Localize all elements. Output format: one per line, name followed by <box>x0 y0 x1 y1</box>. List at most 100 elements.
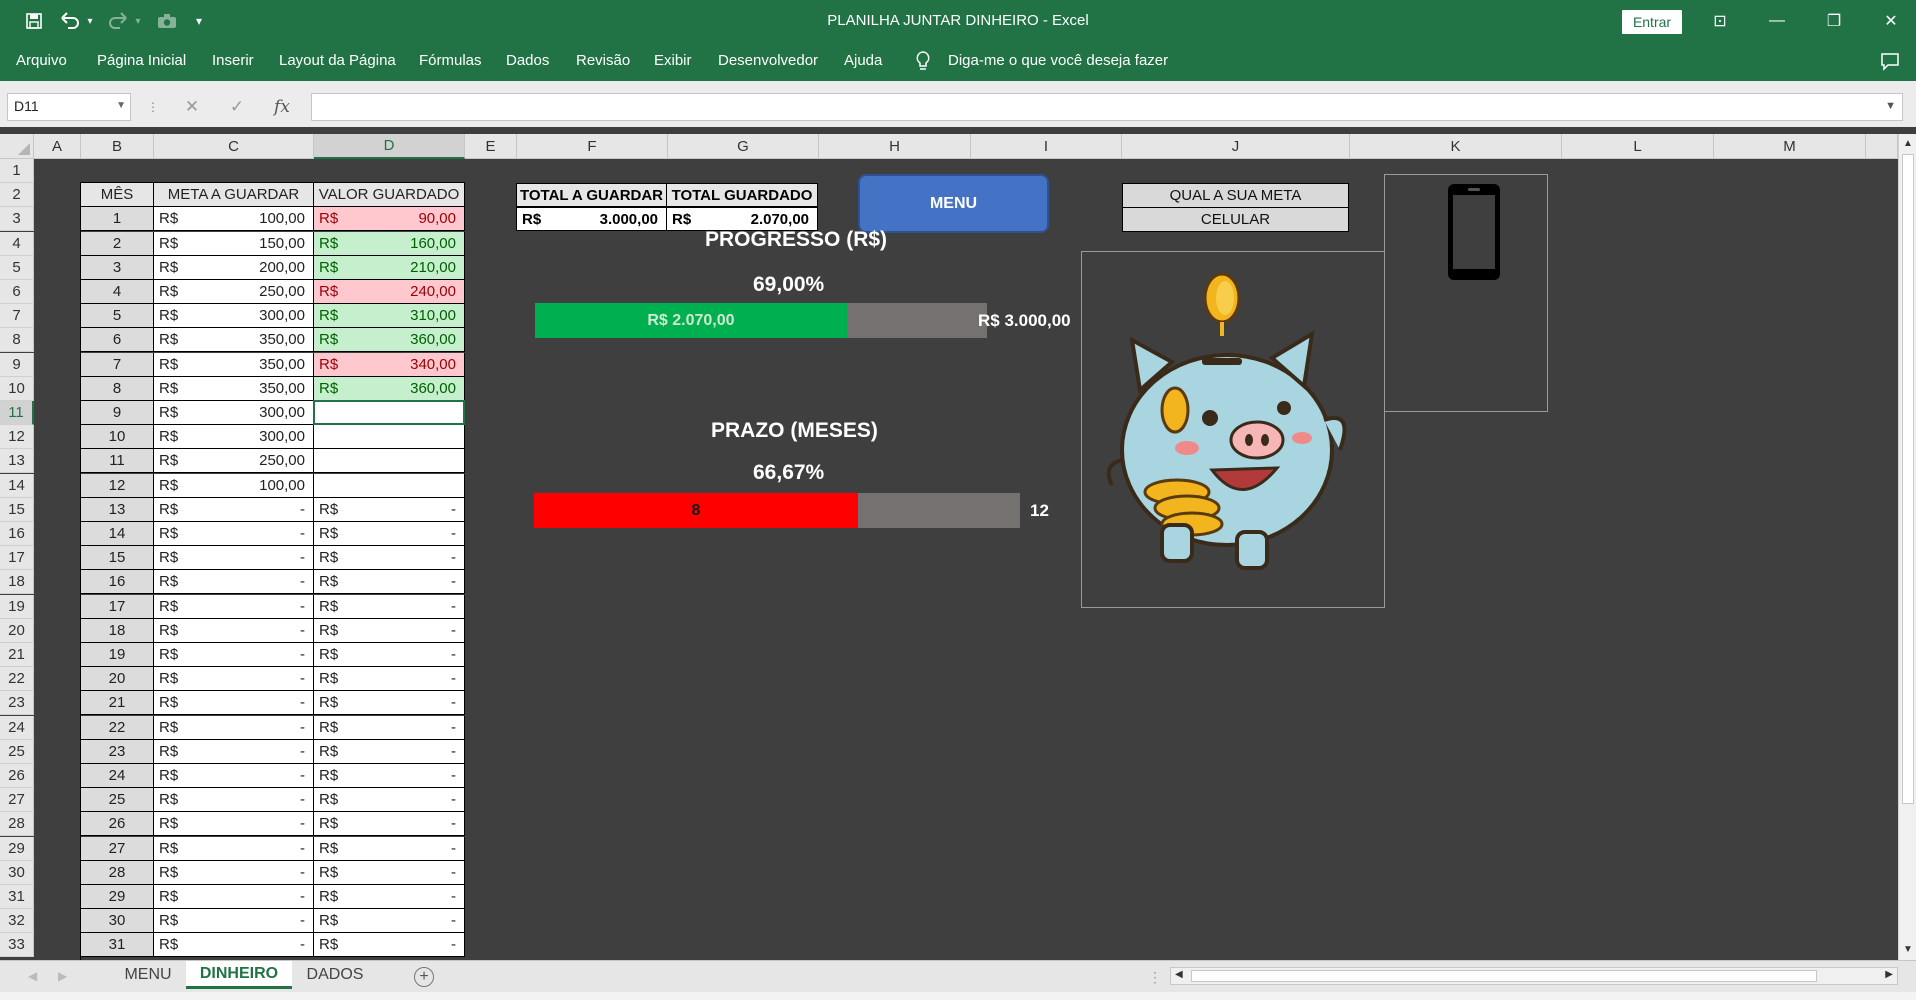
goal-cell[interactable]: R$ - <box>154 570 314 595</box>
goal-cell[interactable]: R$ 200,00 <box>154 255 314 280</box>
saved-cell[interactable]: R$ 340,00 <box>314 352 465 377</box>
column-header-d[interactable]: D <box>314 134 465 159</box>
goal-cell[interactable]: R$ - <box>154 715 314 740</box>
scroll-down-icon[interactable]: ▼ <box>1899 940 1916 958</box>
saved-cell[interactable]: R$ 90,00 <box>314 207 465 232</box>
column-header-m[interactable]: M <box>1714 134 1866 159</box>
name-box[interactable]: D11 ▼ <box>7 93 131 121</box>
column-header-b[interactable]: B <box>81 134 154 159</box>
month-cell[interactable]: 20 <box>81 667 154 692</box>
column-header-i[interactable]: I <box>971 134 1122 159</box>
goal-cell[interactable]: R$ - <box>154 497 314 522</box>
column-header-a[interactable]: A <box>34 134 81 159</box>
scroll-right-icon[interactable]: ▶ <box>1885 969 1893 980</box>
saved-cell[interactable]: R$ 160,00 <box>314 231 465 256</box>
goal-cell[interactable]: R$ - <box>154 836 314 861</box>
goal-cell[interactable]: R$ 350,00 <box>154 352 314 377</box>
month-cell[interactable]: 17 <box>81 594 154 619</box>
goal-cell[interactable]: R$ 250,00 <box>154 280 314 304</box>
month-cell[interactable]: 19 <box>81 643 154 667</box>
vertical-scrollbar[interactable]: ▲ ▼ <box>1898 134 1916 960</box>
saved-cell[interactable]: R$ - <box>314 643 465 667</box>
horizontal-scroll-thumb[interactable] <box>1191 970 1817 982</box>
tab-desenvolvedor[interactable]: Desenvolvedor <box>718 52 818 69</box>
next-sheet-icon[interactable]: ▶ <box>58 969 67 983</box>
saved-cell[interactable]: R$ - <box>314 885 465 909</box>
row-header[interactable]: 26 <box>0 764 34 788</box>
month-cell[interactable]: 28 <box>81 860 154 885</box>
lightbulb-icon[interactable] <box>915 50 931 72</box>
expand-formula-bar-icon[interactable]: ▼ <box>1885 100 1896 112</box>
month-cell[interactable]: 5 <box>81 304 154 329</box>
row-header[interactable]: 21 <box>0 643 34 667</box>
row-header[interactable]: 25 <box>0 739 34 764</box>
row-header[interactable]: 22 <box>0 667 34 692</box>
signin-button[interactable]: Entrar <box>1622 10 1682 34</box>
saved-cell[interactable]: R$ 360,00 <box>314 376 465 401</box>
goal-cell[interactable]: R$ - <box>154 691 314 716</box>
tab-arquivo[interactable]: Arquivo <box>16 52 67 69</box>
goal-cell[interactable]: R$ - <box>154 618 314 643</box>
vertical-scroll-thumb[interactable] <box>1902 154 1914 804</box>
saved-cell[interactable]: R$ 240,00 <box>314 280 465 304</box>
month-cell[interactable]: 6 <box>81 328 154 353</box>
row-header[interactable]: 2 <box>0 183 34 208</box>
saved-cell[interactable]: R$ - <box>314 618 465 643</box>
row-header[interactable]: 17 <box>0 546 34 571</box>
row-header[interactable]: 28 <box>0 812 34 837</box>
saved-cell[interactable]: R$ - <box>314 497 465 522</box>
menu-button[interactable]: MENU <box>858 174 1049 233</box>
row-header[interactable]: 23 <box>0 691 34 716</box>
saved-cell[interactable]: R$ - <box>314 691 465 716</box>
row-header[interactable]: 29 <box>0 836 34 861</box>
saved-cell[interactable]: R$ 310,00 <box>314 304 465 329</box>
ribbon-display-options-icon[interactable]: ⊡ <box>1700 6 1740 36</box>
goal-cell[interactable]: R$ - <box>154 860 314 885</box>
row-header[interactable]: 10 <box>0 376 34 401</box>
goal-cell[interactable]: R$ - <box>154 885 314 909</box>
month-cell[interactable]: 10 <box>81 425 154 450</box>
tab-dados[interactable]: Dados <box>506 52 549 69</box>
month-cell[interactable]: 7 <box>81 352 154 377</box>
saved-cell[interactable]: R$ - <box>314 715 465 740</box>
row-header[interactable]: 7 <box>0 304 34 329</box>
month-cell[interactable]: 30 <box>81 909 154 934</box>
column-header-g[interactable]: G <box>668 134 819 159</box>
column-header-c[interactable]: C <box>154 134 314 159</box>
column-header-k[interactable]: K <box>1350 134 1562 159</box>
goal-cell[interactable]: R$ - <box>154 933 314 958</box>
confirm-entry-icon[interactable]: ✓ <box>224 95 250 119</box>
month-cell[interactable]: 4 <box>81 280 154 304</box>
total-to-save-cell[interactable]: R$ 3.000,00 <box>516 207 667 231</box>
goal-cell[interactable]: R$ - <box>154 522 314 546</box>
month-cell[interactable]: 21 <box>81 691 154 716</box>
saved-cell[interactable]: R$ - <box>314 909 465 934</box>
column-header-l[interactable]: L <box>1562 134 1714 159</box>
month-cell[interactable]: 13 <box>81 497 154 522</box>
row-header[interactable]: 16 <box>0 522 34 546</box>
month-cell[interactable]: 9 <box>81 401 154 425</box>
add-sheet-button[interactable]: + <box>414 967 434 987</box>
saved-cell[interactable]: R$ - <box>314 812 465 837</box>
sheet-tab-dinheiro[interactable]: DINHEIRO <box>186 961 292 989</box>
goal-answer-cell[interactable]: CELULAR <box>1122 207 1349 232</box>
row-header[interactable]: 6 <box>0 280 34 304</box>
formula-input[interactable]: ▼ <box>311 93 1903 121</box>
row-header[interactable]: 32 <box>0 909 34 934</box>
row-header[interactable]: 8 <box>0 328 34 353</box>
month-cell[interactable]: 18 <box>81 618 154 643</box>
month-cell[interactable]: 23 <box>81 739 154 764</box>
saved-cell[interactable] <box>314 401 465 425</box>
goal-cell[interactable]: R$ 300,00 <box>154 304 314 329</box>
saved-cell[interactable]: R$ - <box>314 570 465 595</box>
goal-cell[interactable]: R$ - <box>154 788 314 813</box>
row-header[interactable]: 20 <box>0 618 34 643</box>
piggy-bank-image-frame[interactable] <box>1081 251 1385 608</box>
saved-cell[interactable]: R$ - <box>314 764 465 788</box>
saved-cell[interactable]: R$ - <box>314 667 465 692</box>
saved-cell[interactable]: R$ - <box>314 522 465 546</box>
tab-layout[interactable]: Layout da Página <box>279 52 396 69</box>
select-all-button[interactable] <box>0 134 34 159</box>
tab-ajuda[interactable]: Ajuda <box>844 52 882 69</box>
row-header[interactable]: 30 <box>0 860 34 885</box>
